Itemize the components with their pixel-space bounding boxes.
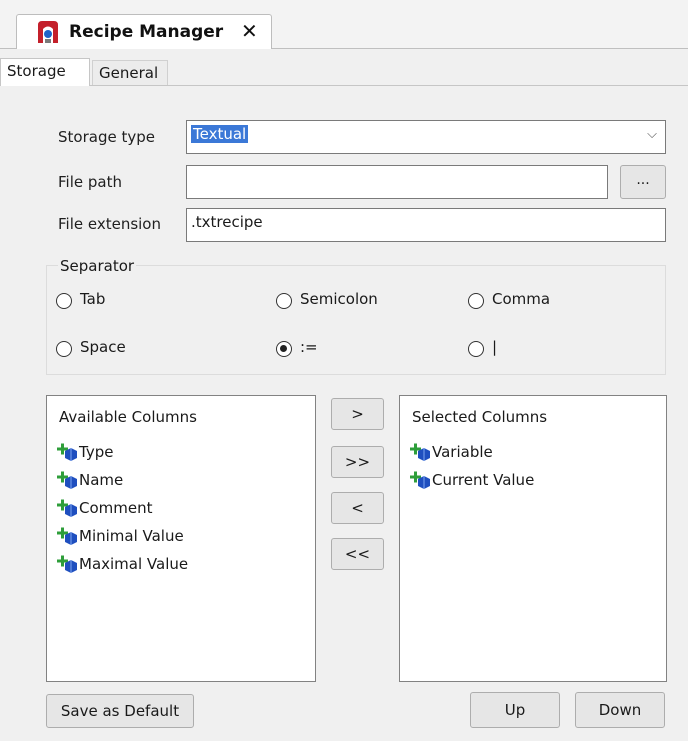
browse-button[interactable]: ... — [620, 165, 666, 199]
storage-type-select[interactable]: Textual ⌵ — [186, 120, 666, 154]
file-extension-field[interactable]: .txtrecipe — [186, 208, 666, 242]
tab-general[interactable]: General — [92, 60, 168, 85]
variable-icon — [410, 443, 430, 461]
file-extension-label: File extension — [58, 215, 161, 233]
storage-type-value: Textual — [191, 125, 249, 143]
list-item[interactable]: Maximal Value — [55, 550, 188, 578]
down-button[interactable]: Down — [575, 692, 665, 728]
list-item[interactable]: Variable — [408, 438, 534, 466]
item-label: Maximal Value — [79, 555, 189, 573]
tab-storage[interactable]: Storage — [0, 58, 90, 86]
variable-icon — [57, 443, 77, 461]
remove-button[interactable]: < — [331, 492, 384, 524]
add-button[interactable]: > — [331, 398, 384, 430]
editor-tab-title: Recipe Manager — [69, 22, 224, 42]
list-item[interactable]: Current Value — [408, 466, 534, 494]
separator-group — [46, 265, 666, 375]
variable-icon — [57, 499, 77, 517]
save-as-default-button[interactable]: Save as Default — [46, 694, 194, 728]
storage-type-label: Storage type — [58, 128, 155, 146]
close-icon[interactable]: ✕ — [241, 19, 258, 43]
variable-icon — [57, 471, 77, 489]
item-label: Comment — [79, 499, 153, 517]
available-items: Type Name Comment Minimal Value Maximal … — [55, 438, 188, 578]
item-label: Current Value — [432, 471, 535, 489]
file-path-field[interactable] — [186, 165, 608, 199]
radio-comma[interactable] — [468, 293, 484, 309]
list-item[interactable]: Name — [55, 466, 188, 494]
available-columns-list[interactable]: Available Columns Type Name Comment Mini… — [46, 395, 316, 682]
chevron-down-icon[interactable]: ⌵ — [647, 127, 657, 142]
variable-icon — [57, 527, 77, 545]
variable-icon — [57, 555, 77, 573]
item-label: Minimal Value — [79, 527, 184, 545]
item-label: Variable — [432, 443, 493, 461]
radio-colon-equals[interactable] — [276, 341, 292, 357]
separator-title: Separator — [58, 257, 137, 275]
variable-icon — [410, 471, 430, 489]
radio-tab[interactable] — [56, 293, 72, 309]
radio-semicolon[interactable] — [276, 293, 292, 309]
selected-columns-list[interactable]: Selected Columns Variable Current Value — [399, 395, 667, 682]
list-item[interactable]: Minimal Value — [55, 522, 188, 550]
list-item[interactable]: Type — [55, 438, 188, 466]
available-columns-title: Available Columns — [59, 408, 197, 426]
recipe-manager-tab[interactable]: Recipe Manager ✕ — [16, 14, 272, 49]
radio-tab-label: Tab — [80, 290, 106, 308]
radio-comma-label: Comma — [492, 290, 551, 308]
radio-space-label: Space — [80, 338, 126, 356]
item-label: Type — [79, 443, 114, 461]
selected-columns-title: Selected Columns — [412, 408, 548, 426]
up-button[interactable]: Up — [470, 692, 560, 728]
radio-colon-equals-label: := — [300, 338, 318, 356]
radio-pipe[interactable] — [468, 341, 484, 357]
add-all-button[interactable]: >> — [331, 446, 384, 478]
item-label: Name — [79, 471, 124, 489]
remove-all-button[interactable]: << — [331, 538, 384, 570]
radio-space[interactable] — [56, 341, 72, 357]
file-path-label: File path — [58, 173, 122, 191]
recipe-manager-icon — [38, 21, 58, 43]
radio-semicolon-label: Semicolon — [300, 290, 378, 308]
radio-pipe-label: | — [492, 338, 498, 356]
list-item[interactable]: Comment — [55, 494, 188, 522]
selected-items: Variable Current Value — [408, 438, 534, 494]
